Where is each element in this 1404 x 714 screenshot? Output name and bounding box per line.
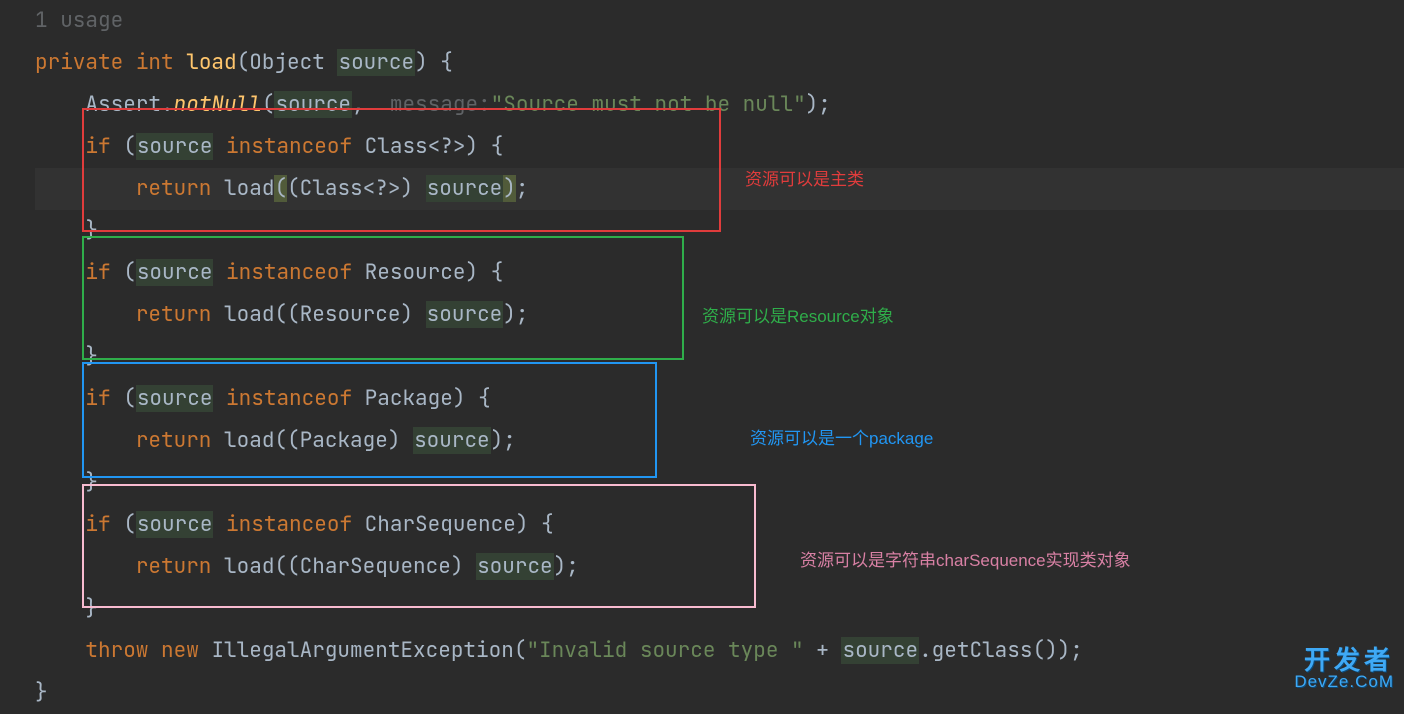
- if-charseq-line: if (source instanceof CharSequence) {: [35, 504, 1404, 546]
- return-charseq-line: return load((CharSequence) source);: [35, 546, 1404, 588]
- usage-hint: 1 usage: [35, 7, 123, 34]
- method-signature-line: private int load(Object source) {: [35, 42, 1404, 84]
- return-package-line: return load((Package) source);: [35, 420, 1404, 462]
- assert-line: Assert.notNull(source, message:"Source m…: [35, 84, 1404, 126]
- code-editor[interactable]: 1 usage private int load(Object source) …: [0, 0, 1404, 714]
- annotation-text-green: 资源可以是Resource对象: [702, 296, 894, 338]
- watermark: 开发者 DevZe.CoM: [1294, 647, 1394, 690]
- if-class-line: if (source instanceof Class<?>) {: [35, 126, 1404, 168]
- return-class-line: return load((Class<?>) source);: [35, 168, 1404, 210]
- close-brace-3: }: [35, 462, 1404, 504]
- annotation-text-red: 资源可以是主类: [745, 159, 864, 201]
- watermark-bottom: DevZe.CoM: [1294, 673, 1394, 690]
- annotation-text-pink: 资源可以是字符串charSequence实现类对象: [800, 540, 1131, 582]
- annotation-text-blue: 资源可以是一个package: [750, 418, 933, 460]
- watermark-top: 开发者: [1294, 647, 1394, 673]
- if-resource-line: if (source instanceof Resource) {: [35, 252, 1404, 294]
- close-brace-4: }: [35, 588, 1404, 630]
- method-close-brace: }: [35, 672, 1404, 714]
- close-brace-2: }: [35, 336, 1404, 378]
- usage-hint-line: 1 usage: [35, 0, 1404, 42]
- throw-line: throw new IllegalArgumentException("Inva…: [35, 630, 1404, 672]
- if-package-line: if (source instanceof Package) {: [35, 378, 1404, 420]
- close-brace-1: }: [35, 210, 1404, 252]
